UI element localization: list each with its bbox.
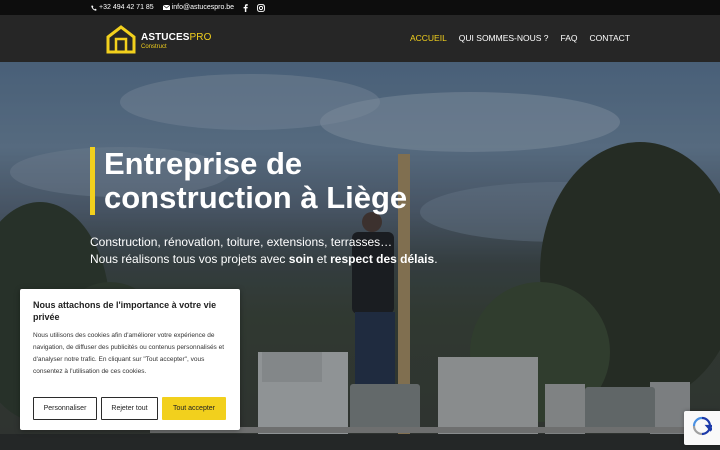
recaptcha-badge[interactable]	[684, 411, 720, 445]
cookie-text: Nous utilisons des cookies afin d'amélio…	[33, 332, 225, 375]
facebook-icon	[243, 3, 248, 12]
recaptcha-icon	[692, 416, 717, 441]
mail-icon	[162, 5, 170, 10]
nav-item-accueil[interactable]: ACCUEIL	[410, 33, 447, 43]
cookie-buttons: Personnaliser Rejeter tout Tout accepter	[33, 397, 226, 420]
logo-subtitle: Construct	[141, 44, 167, 50]
hero-subtitle: Construction, rénovation, toiture, exten…	[90, 234, 470, 268]
hero-title: Entreprise de construction à Liège	[104, 146, 408, 215]
hero-subtitle-line2: Nous réalisons tous vos projets avec soi…	[90, 252, 438, 266]
cookie-consent-banner: Nous attachons de l'importance à votre v…	[20, 289, 240, 430]
instagram-link[interactable]	[257, 3, 265, 12]
hero-title-block: Entreprise de construction à Liège	[90, 147, 464, 215]
reject-all-button[interactable]: Rejeter tout	[101, 397, 158, 420]
phone-contact[interactable]: +32 494 42 71 85	[91, 4, 154, 11]
site-header: ASTUCESPRO Construct ACCUEIL QUI SOMMES-…	[0, 15, 720, 62]
nav-item-qui-sommes-nous[interactable]: QUI SOMMES-NOUS ?	[459, 33, 549, 43]
cookie-title: Nous attachons de l'importance à votre v…	[33, 300, 217, 322]
top-bar: +32 494 42 71 85 info@astucespro.be	[0, 0, 720, 15]
site-logo[interactable]: ASTUCESPRO Construct	[105, 24, 211, 59]
email-contact[interactable]: info@astucespro.be	[162, 4, 235, 11]
nav-item-contact[interactable]: CONTACT	[590, 33, 630, 43]
logo-name: ASTUCESPRO	[141, 32, 212, 43]
facebook-link[interactable]	[243, 3, 248, 12]
main-nav: ACCUEIL QUI SOMMES-NOUS ? FAQ CONTACT	[410, 33, 630, 43]
instagram-icon	[257, 3, 265, 12]
email-address: info@astucespro.be	[171, 4, 235, 11]
phone-number: +32 494 42 71 85	[99, 4, 154, 11]
house-logo-icon	[105, 24, 137, 59]
customize-button[interactable]: Personnaliser	[33, 397, 97, 420]
phone-icon	[91, 4, 97, 11]
accept-all-button[interactable]: Tout accepter	[162, 397, 226, 420]
hero-subtitle-line1: Construction, rénovation, toiture, exten…	[90, 235, 393, 249]
nav-item-faq[interactable]: FAQ	[561, 33, 578, 43]
